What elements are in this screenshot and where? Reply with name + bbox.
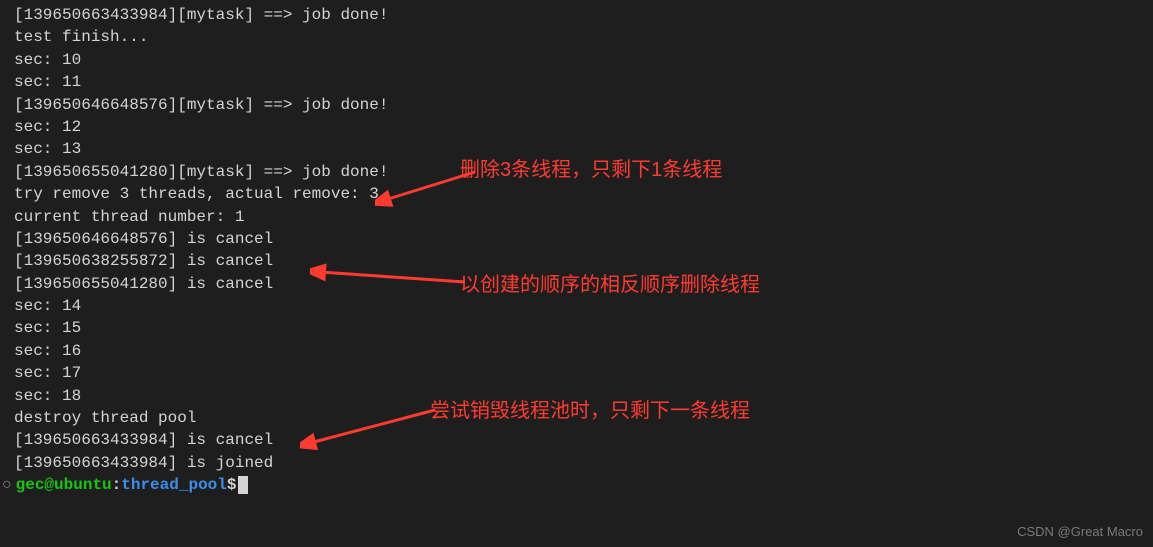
- terminal-line: sec: 16: [14, 340, 1139, 362]
- terminal-line: sec: 15: [14, 317, 1139, 339]
- cursor-icon: [238, 476, 248, 494]
- prompt-user: gec: [16, 474, 45, 496]
- terminal-line: sec: 12: [14, 116, 1139, 138]
- terminal-line: sec: 18: [14, 385, 1139, 407]
- prompt-host: ubuntu: [54, 474, 112, 496]
- prompt-colon: :: [112, 474, 122, 496]
- terminal-line: [139650655041280][mytask] ==> job done!: [14, 161, 1139, 183]
- terminal-line: [139650646648576] is cancel: [14, 228, 1139, 250]
- terminal-line: destroy thread pool: [14, 407, 1139, 429]
- terminal-line: current thread number: 1: [14, 206, 1139, 228]
- prompt-path: thread_pool: [121, 474, 227, 496]
- terminal-line: test finish...: [14, 26, 1139, 48]
- terminal-line: sec: 11: [14, 71, 1139, 93]
- terminal-line: sec: 17: [14, 362, 1139, 384]
- terminal-line: [139650638255872] is cancel: [14, 250, 1139, 272]
- terminal-line: sec: 10: [14, 49, 1139, 71]
- terminal-line: sec: 13: [14, 138, 1139, 160]
- terminal-line: [139650663433984] is joined: [14, 452, 1139, 474]
- terminal-line: [139650663433984][mytask] ==> job done!: [14, 4, 1139, 26]
- prompt-end: $: [227, 474, 237, 496]
- terminal-line: [139650663433984] is cancel: [14, 429, 1139, 451]
- terminal-line: try remove 3 threads, actual remove: 3: [14, 183, 1139, 205]
- prompt-status-icon: ○: [2, 474, 12, 496]
- terminal-line: [139650655041280] is cancel: [14, 273, 1139, 295]
- terminal-line: [139650646648576][mytask] ==> job done!: [14, 94, 1139, 116]
- prompt-at: @: [44, 474, 54, 496]
- terminal-line: sec: 14: [14, 295, 1139, 317]
- shell-prompt[interactable]: ○ gec@ubuntu:thread_pool$: [14, 474, 1139, 496]
- watermark: CSDN @Great Macro: [1017, 523, 1143, 541]
